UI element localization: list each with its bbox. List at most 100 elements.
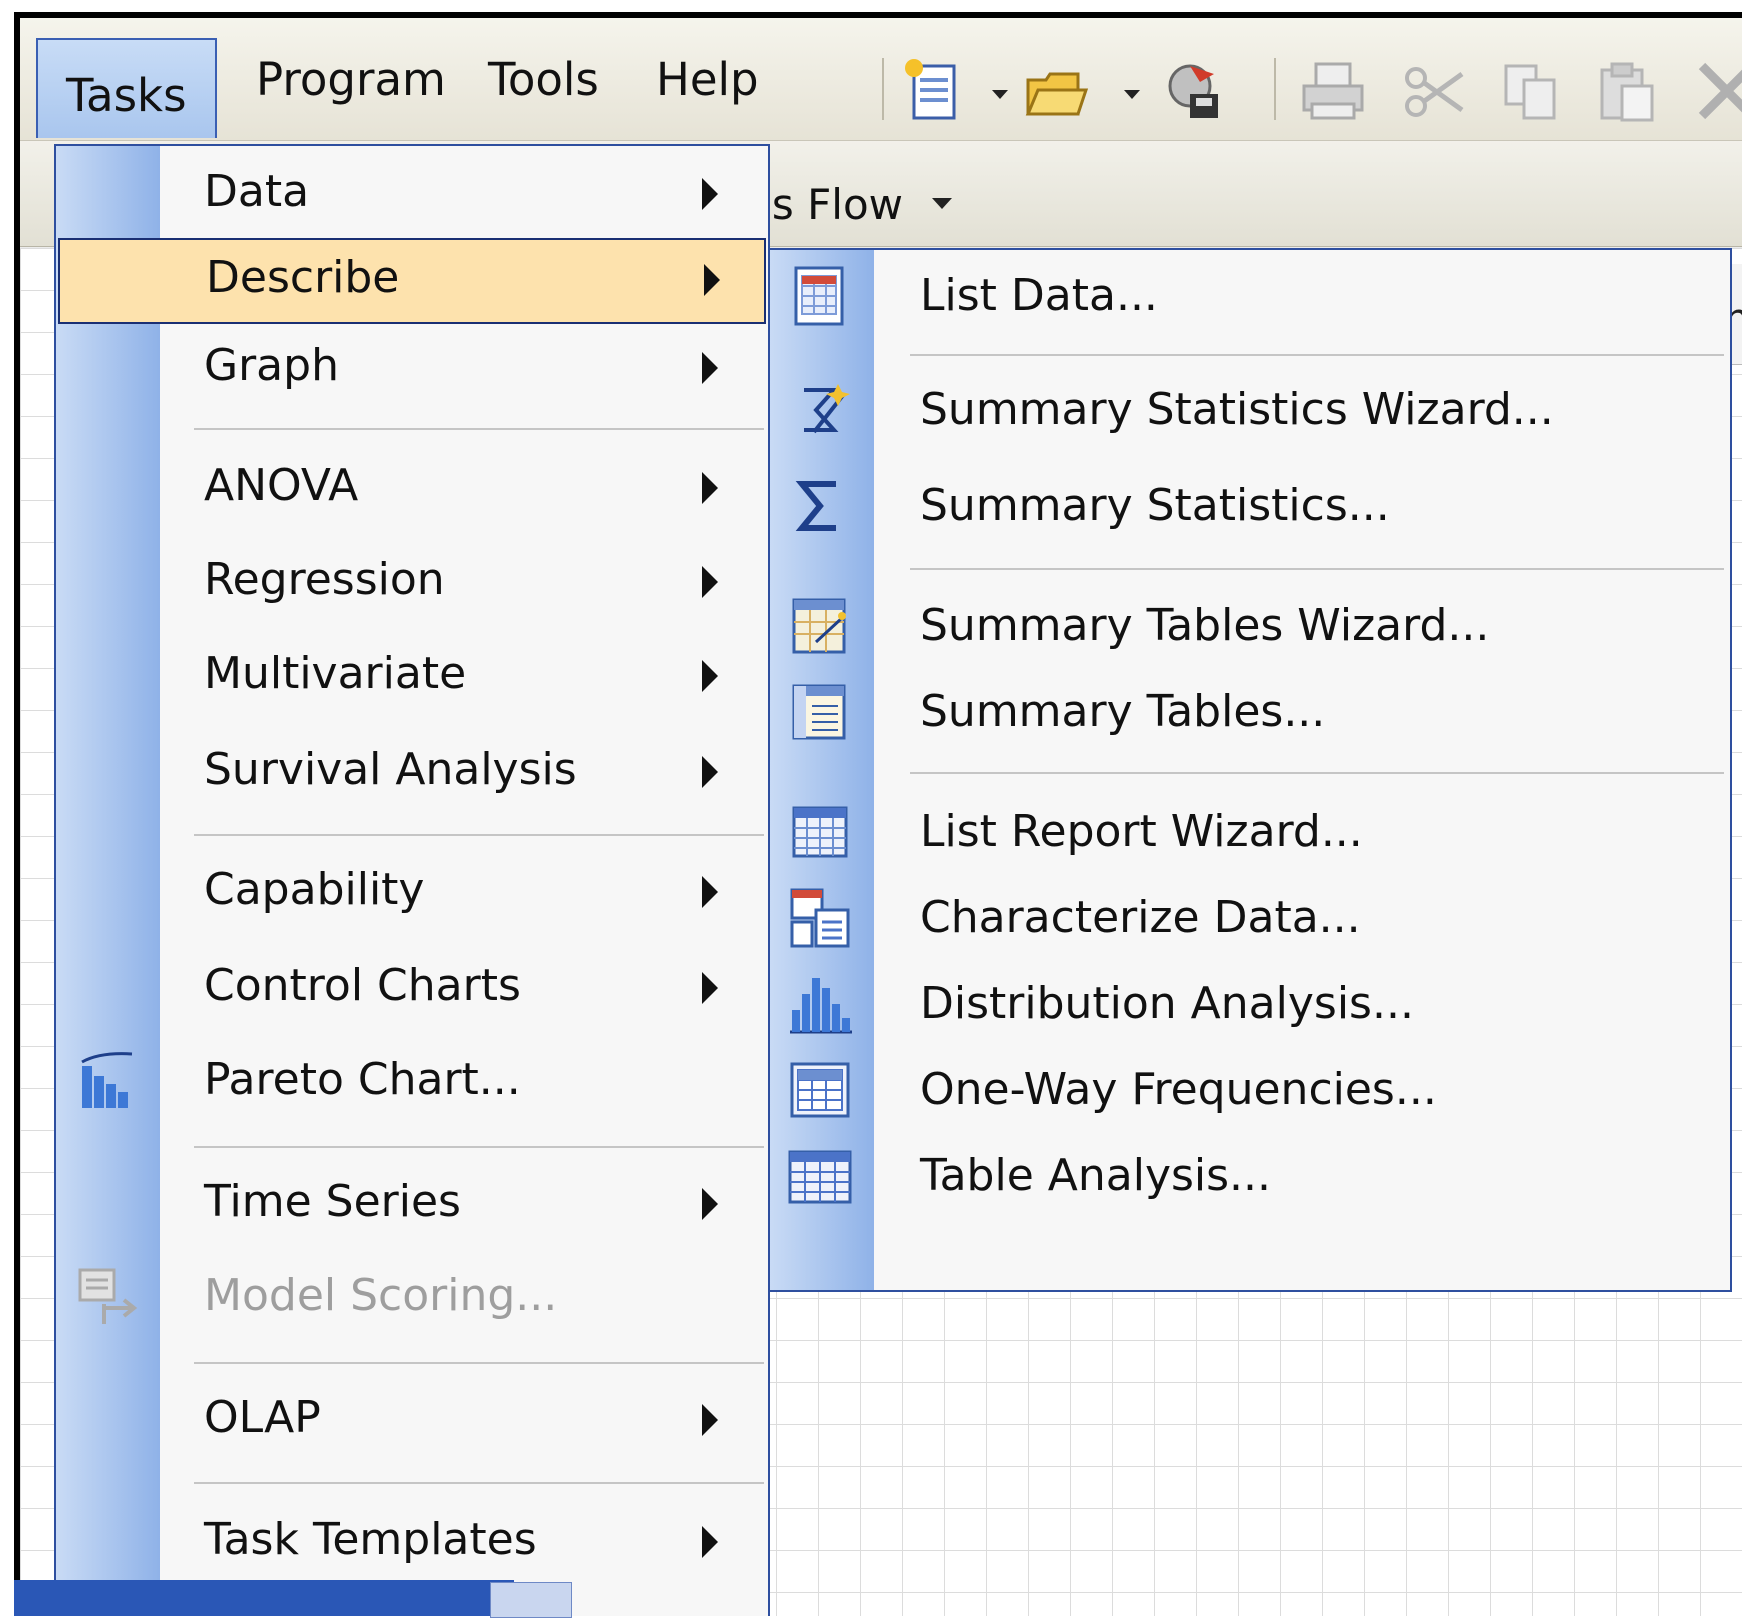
summary-tables-icon — [786, 678, 854, 746]
menu-bar: Tasks Program Tools Help — [20, 18, 1742, 141]
menu-item-label: Capability — [204, 864, 425, 915]
menu-tasks[interactable]: Tasks — [36, 38, 217, 138]
new-document-icon[interactable] — [900, 56, 970, 126]
menu-item-task-templates[interactable]: Task Templates — [56, 1500, 768, 1586]
describe-submenu: List Data... Summary Statistics Wizard..… — [768, 248, 1732, 1292]
submenu-arrow-icon — [702, 876, 718, 908]
delete-icon[interactable] — [1692, 56, 1742, 126]
submenu-item-label: Summary Statistics... — [920, 480, 1390, 531]
model-scoring-icon — [76, 1264, 140, 1328]
taskbar-button[interactable] — [490, 1582, 572, 1618]
print-icon[interactable] — [1298, 56, 1368, 126]
submenu-item-distribution-analysis[interactable]: Distribution Analysis... — [770, 962, 1730, 1048]
cut-icon[interactable] — [1398, 56, 1468, 126]
submenu-arrow-icon — [702, 1188, 718, 1220]
submenu-item-label: Characterize Data... — [920, 892, 1361, 943]
menu-item-label: Pareto Chart... — [204, 1054, 521, 1105]
menu-separator — [194, 1482, 764, 1484]
menu-separator — [910, 772, 1724, 774]
menu-item-label: Multivariate — [204, 648, 467, 699]
stop-run-icon[interactable] — [1160, 56, 1230, 126]
submenu-arrow-icon — [702, 352, 718, 384]
menu-item-label: Data — [204, 166, 310, 217]
submenu-item-list-report-wizard[interactable]: List Report Wizard... — [770, 790, 1730, 876]
menu-program[interactable]: Program — [228, 44, 474, 116]
distribution-analysis-icon — [786, 970, 854, 1038]
menu-item-data[interactable]: Data — [56, 152, 768, 238]
wizard-icon — [786, 376, 854, 444]
submenu-arrow-icon — [702, 972, 718, 1004]
menu-item-label: ANOVA — [204, 460, 359, 511]
open-dropdown-arrow-icon[interactable] — [1124, 90, 1140, 99]
menu-separator — [194, 1146, 764, 1148]
menu-program-label: Program — [256, 53, 446, 106]
menu-item-label: Describe — [206, 252, 400, 303]
submenu-item-label: List Report Wizard... — [920, 806, 1363, 857]
menu-item-anova[interactable]: ANOVA — [56, 446, 768, 532]
table-analysis-icon — [786, 1142, 854, 1210]
submenu-arrow-icon — [702, 178, 718, 210]
menu-item-label: Survival Analysis — [204, 744, 577, 795]
taskbar-strip — [14, 1580, 514, 1616]
menu-item-control-charts[interactable]: Control Charts — [56, 946, 768, 1032]
chevron-down-icon[interactable] — [932, 198, 952, 209]
list-report-wizard-icon — [786, 798, 854, 866]
new-dropdown-arrow-icon[interactable] — [992, 90, 1008, 99]
menu-item-time-series[interactable]: Time Series — [56, 1162, 768, 1248]
pareto-chart-icon — [76, 1048, 140, 1112]
submenu-item-label: Table Analysis... — [920, 1150, 1272, 1201]
open-folder-icon[interactable] — [1020, 56, 1090, 126]
menu-tools-label: Tools — [488, 53, 599, 106]
menu-item-label: Model Scoring... — [204, 1270, 558, 1321]
submenu-item-summary-tables[interactable]: Summary Tables... — [770, 670, 1730, 756]
menu-item-capability[interactable]: Capability — [56, 850, 768, 936]
menu-tools[interactable]: Tools — [460, 44, 627, 116]
submenu-item-label: One-Way Frequencies... — [920, 1064, 1437, 1115]
tasks-menu-dropdown: Data Describe Graph ANOVA Regression Mul… — [54, 144, 770, 1616]
menu-item-label: Task Templates — [204, 1514, 537, 1565]
menu-separator — [910, 354, 1724, 356]
menu-item-model-scoring: Model Scoring... — [56, 1256, 768, 1342]
submenu-item-label: List Data... — [920, 270, 1158, 321]
menu-item-label: Graph — [204, 340, 339, 391]
copy-icon[interactable] — [1496, 56, 1566, 126]
menu-separator — [910, 568, 1724, 570]
submenu-item-summary-statistics-wizard[interactable]: Summary Statistics Wizard... — [770, 368, 1730, 454]
app-window: ss Flow m Tasks Program Tools Help — [14, 12, 1742, 1616]
submenu-arrow-icon — [702, 660, 718, 692]
menu-item-describe[interactable]: Describe — [58, 238, 766, 324]
one-way-frequencies-icon — [786, 1056, 854, 1124]
toolbar-separator — [882, 58, 884, 120]
menu-help-label: Help — [656, 53, 759, 106]
menu-tasks-label: Tasks — [66, 69, 187, 122]
submenu-item-characterize-data[interactable]: Characterize Data... — [770, 876, 1730, 962]
sigma-icon — [786, 472, 854, 540]
menu-item-multivariate[interactable]: Multivariate — [56, 634, 768, 720]
menu-item-label: Regression — [204, 554, 445, 605]
submenu-item-summary-statistics[interactable]: Summary Statistics... — [770, 464, 1730, 550]
toolbar-separator — [1274, 58, 1276, 120]
menu-item-graph[interactable]: Graph — [56, 326, 768, 412]
submenu-arrow-icon — [702, 756, 718, 788]
menu-item-pareto-chart[interactable]: Pareto Chart... — [56, 1040, 768, 1126]
characterize-data-icon — [786, 884, 854, 952]
submenu-item-label: Summary Statistics Wizard... — [920, 384, 1554, 435]
menu-separator — [194, 428, 764, 430]
menu-item-regression[interactable]: Regression — [56, 540, 768, 626]
menu-item-label: Time Series — [204, 1176, 461, 1227]
menu-separator — [194, 1362, 764, 1364]
menu-item-label: Control Charts — [204, 960, 521, 1011]
menu-item-olap[interactable]: OLAP — [56, 1378, 768, 1464]
submenu-item-list-data[interactable]: List Data... — [770, 254, 1730, 340]
process-flow-label[interactable]: ss Flow — [750, 180, 903, 229]
paste-icon[interactable] — [1592, 56, 1662, 126]
menu-help[interactable]: Help — [628, 44, 787, 116]
submenu-item-table-analysis[interactable]: Table Analysis... — [770, 1134, 1730, 1220]
menu-item-survival-analysis[interactable]: Survival Analysis — [56, 730, 768, 816]
submenu-arrow-icon — [702, 566, 718, 598]
list-data-icon — [786, 262, 854, 330]
submenu-item-summary-tables-wizard[interactable]: Summary Tables Wizard... — [770, 584, 1730, 670]
submenu-arrow-icon — [702, 1526, 718, 1558]
submenu-arrow-icon — [704, 264, 720, 296]
submenu-item-one-way-frequencies[interactable]: One-Way Frequencies... — [770, 1048, 1730, 1134]
